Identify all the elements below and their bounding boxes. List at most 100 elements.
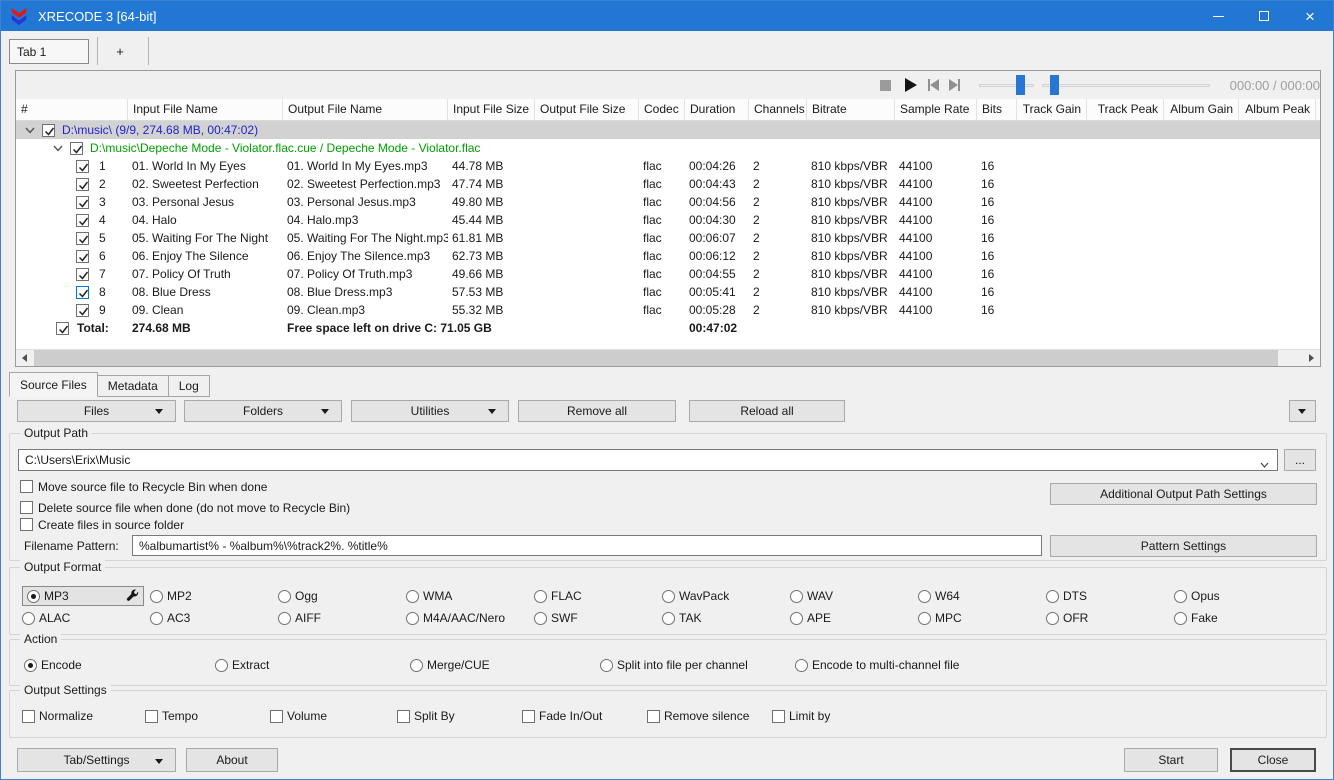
option-checkbox[interactable] <box>20 501 33 514</box>
browse-output-path-button[interactable]: ... <box>1284 449 1316 471</box>
setting-checkbox[interactable] <box>270 709 283 723</box>
toolbar-button-reload-all[interactable]: Reload all <box>689 400 845 422</box>
track-checkbox[interactable] <box>76 195 89 209</box>
format-radio[interactable] <box>790 589 803 603</box>
stop-button[interactable] <box>877 75 894 95</box>
view-tab-log[interactable]: Log <box>167 375 210 397</box>
scrollbar-thumb[interactable] <box>34 350 1278 366</box>
wrench-icon[interactable] <box>125 588 139 605</box>
format-radio[interactable] <box>22 611 35 625</box>
format-radio[interactable] <box>406 611 419 625</box>
column-header-bitrate[interactable]: Bitrate <box>807 99 895 120</box>
format-radio[interactable] <box>534 611 547 625</box>
additional-output-path-settings-button[interactable]: Additional Output Path Settings <box>1050 483 1317 505</box>
folder-row[interactable]: D:\music\ (9/9, 274.68 MB, 00:47:02) <box>16 121 1320 139</box>
format-option-mp3[interactable]: MP3 <box>22 586 150 606</box>
add-tab-button[interactable]: + <box>105 39 135 64</box>
format-radio[interactable] <box>790 611 803 625</box>
maximize-button[interactable] <box>1241 1 1287 31</box>
track-checkbox[interactable] <box>76 177 89 191</box>
close-button[interactable]: Close <box>1230 748 1316 772</box>
column-header-sample-rate[interactable]: Sample Rate <box>895 99 977 120</box>
chevron-down-icon[interactable] <box>24 124 36 136</box>
format-radio[interactable] <box>918 611 931 625</box>
pattern-settings-button[interactable]: Pattern Settings <box>1050 535 1317 557</box>
setting-checkbox[interactable] <box>145 709 158 723</box>
setting-option-volume[interactable]: Volume <box>270 709 397 723</box>
seek-slider[interactable] <box>1042 75 1210 95</box>
setting-option-limit-by[interactable]: Limit by <box>772 709 902 723</box>
column-header--[interactable]: # <box>16 99 128 120</box>
format-radio[interactable] <box>27 589 40 603</box>
seek-slider-handle[interactable] <box>1050 75 1060 95</box>
folder-checkbox[interactable] <box>42 123 55 137</box>
format-option-ape[interactable]: APE <box>790 611 918 625</box>
track-row[interactable]: 5 05. Waiting For The Night 05. Waiting Fo… <box>16 229 1320 247</box>
chevron-down-icon[interactable] <box>52 142 64 154</box>
track-checkbox[interactable] <box>76 249 89 263</box>
format-option-fake[interactable]: Fake <box>1174 611 1302 625</box>
cue-row[interactable]: D:\music\Depeche Mode - Violator.flac.cu… <box>16 139 1320 157</box>
minimize-button[interactable] <box>1195 1 1241 31</box>
combo-chevron-icon[interactable] <box>1260 458 1269 468</box>
view-tab-source-files[interactable]: Source Files <box>9 372 98 397</box>
action-radio[interactable] <box>600 658 613 672</box>
scroll-right-button[interactable] <box>1303 350 1320 366</box>
column-header-input-file-name[interactable]: Input File Name <box>128 99 283 120</box>
action-option-encode[interactable]: Encode <box>24 658 215 672</box>
action-radio[interactable] <box>24 658 37 672</box>
view-tab-metadata[interactable]: Metadata <box>96 375 169 397</box>
format-option-m4a-aac-nero[interactable]: M4A/AAC/Nero <box>406 611 534 625</box>
action-option-split-into-file-per-channel[interactable]: Split into file per channel <box>600 658 795 672</box>
format-option-dts[interactable]: DTS <box>1046 589 1174 603</box>
format-option-wma[interactable]: WMA <box>406 589 534 603</box>
format-option-opus[interactable]: Opus <box>1174 589 1302 603</box>
about-button[interactable]: About <box>186 748 278 772</box>
track-row[interactable]: 9 09. Clean 09. Clean.mp3 55.32 MB flac 00:05… <box>16 301 1320 319</box>
format-radio[interactable] <box>534 589 547 603</box>
more-options-dropdown-button[interactable] <box>1289 400 1316 422</box>
total-checkbox[interactable] <box>56 321 69 335</box>
format-option-alac[interactable]: ALAC <box>22 611 150 625</box>
track-checkbox[interactable] <box>76 267 89 281</box>
track-row[interactable]: 7 07. Policy Of Truth 07. Policy Of Truth.… <box>16 265 1320 283</box>
format-option-swf[interactable]: SWF <box>534 611 662 625</box>
column-header-track-peak[interactable]: Track Peak <box>1087 99 1164 120</box>
track-checkbox[interactable] <box>76 285 89 299</box>
volume-slider[interactable] <box>979 75 1035 95</box>
track-row[interactable]: 1 01. World In My Eyes 01. World In My Eye… <box>16 157 1320 175</box>
format-radio[interactable] <box>150 589 163 603</box>
action-radio[interactable] <box>410 658 423 672</box>
format-radio[interactable] <box>278 611 291 625</box>
format-radio[interactable] <box>1174 589 1187 603</box>
action-option-extract[interactable]: Extract <box>215 658 410 672</box>
volume-slider-handle[interactable] <box>1016 75 1026 95</box>
action-option-merge-cue[interactable]: Merge/CUE <box>410 658 600 672</box>
format-radio[interactable] <box>918 589 931 603</box>
setting-checkbox[interactable] <box>22 709 35 723</box>
toolbar-button-folders[interactable]: Folders <box>184 400 342 422</box>
format-radio[interactable] <box>662 611 675 625</box>
format-option-mpc[interactable]: MPC <box>918 611 1046 625</box>
track-row[interactable]: 4 04. Halo 04. Halo.mp3 45.44 MB flac 00:04:3… <box>16 211 1320 229</box>
column-header-codec[interactable]: Codec <box>639 99 685 120</box>
toolbar-button-utilities[interactable]: Utilities <box>351 400 509 422</box>
start-button[interactable]: Start <box>1124 748 1218 772</box>
action-radio[interactable] <box>215 658 228 672</box>
column-header-output-file-size[interactable]: Output File Size <box>535 99 639 120</box>
option-checkbox[interactable] <box>20 480 33 493</box>
track-row[interactable]: 6 06. Enjoy The Silence 06. Enjoy The Sile… <box>16 247 1320 265</box>
format-radio[interactable] <box>278 589 291 603</box>
track-checkbox[interactable] <box>76 231 89 245</box>
setting-option-normalize[interactable]: Normalize <box>22 709 145 723</box>
format-radio[interactable] <box>1046 589 1059 603</box>
format-option-aiff[interactable]: AIFF <box>278 611 406 625</box>
track-checkbox[interactable] <box>76 303 89 317</box>
setting-checkbox[interactable] <box>772 709 785 723</box>
setting-checkbox[interactable] <box>522 709 535 723</box>
horizontal-scrollbar[interactable] <box>16 349 1320 366</box>
format-option-tak[interactable]: TAK <box>662 611 790 625</box>
track-checkbox[interactable] <box>76 213 89 227</box>
column-header-album-gain[interactable]: Album Gain <box>1164 99 1239 120</box>
column-header-bits[interactable]: Bits <box>977 99 1017 120</box>
